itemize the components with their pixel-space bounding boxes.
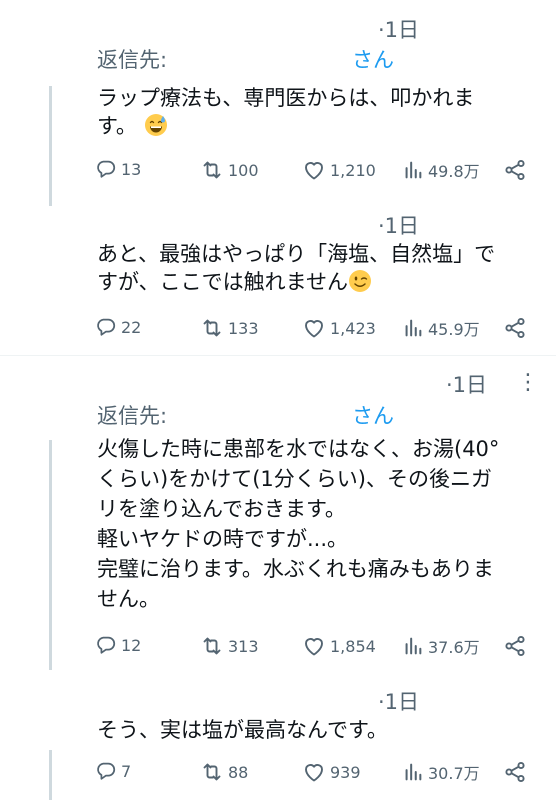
like-button[interactable]: 1,854 bbox=[302, 634, 376, 658]
view-count: 37.6万 bbox=[428, 638, 480, 657]
heart-icon bbox=[302, 634, 326, 658]
tweet-timestamp[interactable]: ·1日 bbox=[378, 14, 419, 44]
retweet-count: 133 bbox=[228, 318, 259, 338]
view-count: 45.9万 bbox=[428, 320, 480, 339]
reply-to-label: 返信先: bbox=[97, 48, 168, 72]
retweet-button[interactable]: 313 bbox=[200, 634, 259, 658]
tweet-text: あと、最強はやっぱり「海塩、自然塩」で すが、ここでは触れません bbox=[97, 242, 496, 294]
reply-to-label: 返信先: bbox=[97, 404, 168, 428]
share-icon bbox=[503, 316, 527, 340]
retweet-count: 100 bbox=[228, 160, 259, 180]
reply-button[interactable]: 22 bbox=[95, 316, 141, 338]
heart-icon bbox=[302, 158, 326, 182]
like-button[interactable]: 1,423 bbox=[302, 316, 376, 340]
bar-chart-icon bbox=[402, 761, 424, 783]
thread-line bbox=[49, 750, 52, 800]
thread-line bbox=[49, 86, 52, 206]
reply-button[interactable]: 13 bbox=[95, 158, 141, 180]
thread-line bbox=[49, 440, 52, 670]
like-button[interactable]: 939 bbox=[302, 760, 361, 784]
reply-button[interactable]: 12 bbox=[95, 634, 141, 656]
reply-to-user[interactable]: さん bbox=[352, 400, 394, 430]
retweet-button[interactable]: 100 bbox=[200, 158, 259, 182]
like-button[interactable]: 1,210 bbox=[302, 158, 376, 182]
tweet-text: ラップ療法も、専門医からは、叩かれま す。 bbox=[97, 86, 475, 138]
share-button[interactable] bbox=[503, 634, 527, 658]
reply-count: 22 bbox=[121, 317, 142, 337]
share-button[interactable] bbox=[503, 158, 527, 182]
heart-icon bbox=[302, 316, 326, 340]
like-count: 939 bbox=[330, 762, 361, 782]
reply-count: 13 bbox=[121, 159, 142, 179]
wink-emoji bbox=[348, 269, 372, 293]
retweet-icon bbox=[200, 158, 224, 182]
heart-icon bbox=[302, 760, 326, 784]
bar-chart-icon bbox=[402, 317, 424, 339]
view-count: 49.8万 bbox=[428, 162, 480, 181]
retweet-button[interactable]: 88 bbox=[200, 760, 248, 784]
share-button[interactable] bbox=[503, 316, 527, 340]
share-button[interactable] bbox=[503, 760, 527, 784]
like-count: 1,210 bbox=[330, 160, 376, 180]
reply-icon bbox=[95, 760, 117, 782]
retweet-count: 88 bbox=[228, 762, 249, 782]
bar-chart-icon bbox=[402, 159, 424, 181]
views-button[interactable]: 49.8万 bbox=[402, 158, 480, 182]
divider bbox=[0, 355, 556, 356]
like-count: 1,423 bbox=[330, 318, 376, 338]
share-icon bbox=[503, 760, 527, 784]
reply-count: 7 bbox=[121, 761, 132, 781]
retweet-icon bbox=[200, 316, 224, 340]
bar-chart-icon bbox=[402, 635, 424, 657]
retweet-icon bbox=[200, 760, 224, 784]
reply-icon bbox=[95, 634, 117, 656]
tweet-text: そう、実は塩が最高なんです。 bbox=[97, 718, 388, 742]
like-count: 1,854 bbox=[330, 636, 376, 656]
tweet-text: 火傷した時に患部を水ではなく、お湯(40° くらい)をかけて(1分くらい)、その… bbox=[97, 437, 500, 611]
retweet-icon bbox=[200, 634, 224, 658]
reply-icon bbox=[95, 316, 117, 338]
reply-count: 12 bbox=[121, 635, 142, 655]
views-button[interactable]: 45.9万 bbox=[402, 316, 480, 340]
views-button[interactable]: 37.6万 bbox=[402, 634, 480, 658]
retweet-count: 313 bbox=[228, 636, 259, 656]
reply-icon bbox=[95, 158, 117, 180]
more-options-icon[interactable]: ⋮ bbox=[517, 370, 539, 395]
reply-to-user[interactable]: さん bbox=[352, 44, 394, 74]
view-count: 30.7万 bbox=[428, 764, 480, 783]
share-icon bbox=[503, 158, 527, 182]
share-icon bbox=[503, 634, 527, 658]
tweet-timestamp[interactable]: ·1日 bbox=[378, 686, 419, 716]
sweat-smile-emoji bbox=[144, 113, 168, 137]
reply-button[interactable]: 7 bbox=[95, 760, 131, 782]
tweet-timestamp[interactable]: ·1日 bbox=[378, 210, 419, 240]
tweet-timestamp[interactable]: ·1日 bbox=[446, 369, 487, 399]
views-button[interactable]: 30.7万 bbox=[402, 760, 480, 784]
retweet-button[interactable]: 133 bbox=[200, 316, 259, 340]
